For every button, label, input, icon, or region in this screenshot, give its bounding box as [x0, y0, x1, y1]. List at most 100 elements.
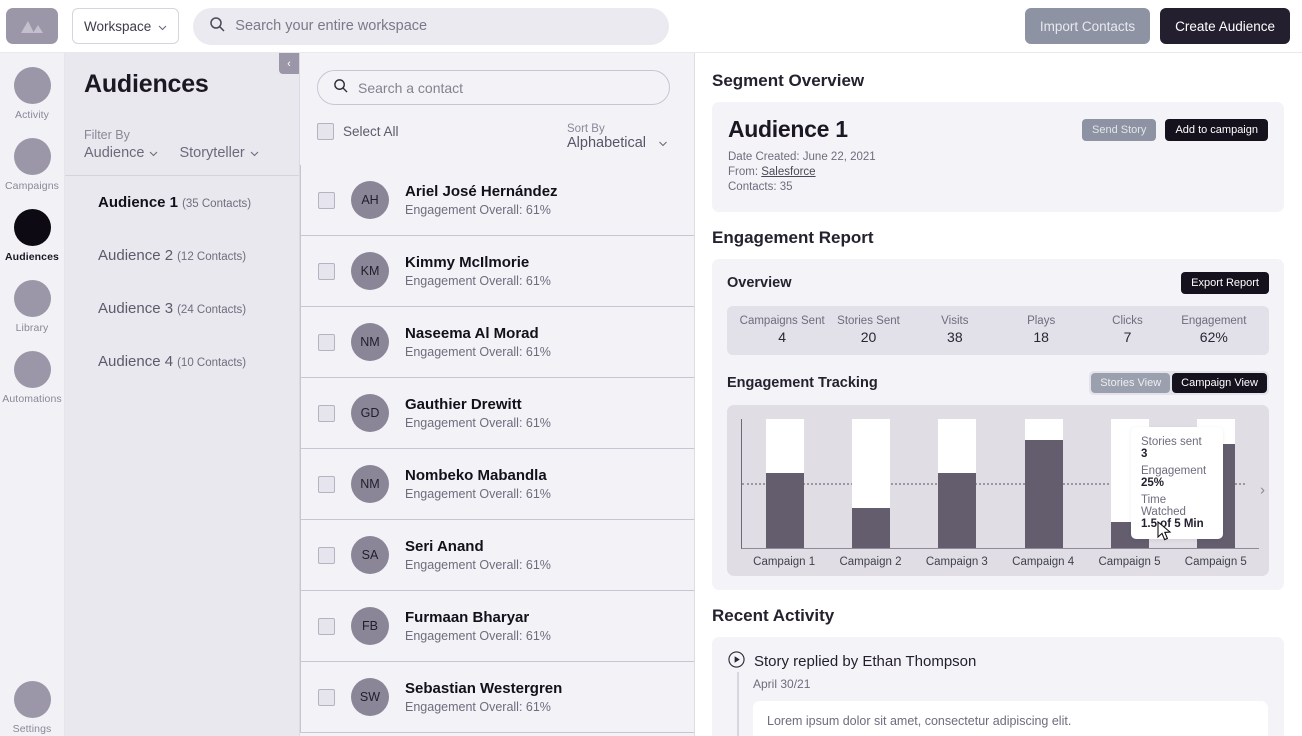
- sort-by-label: Sort By: [567, 123, 605, 135]
- chart-tooltip: Stories sent 3 Engagement 25% Time Watch…: [1131, 426, 1223, 539]
- view-toggle: Stories View Campaign View: [1089, 370, 1269, 395]
- sidebar-item-library[interactable]: Library: [0, 280, 64, 334]
- audience-name: Audience 3: [98, 300, 174, 317]
- row-checkbox[interactable]: [318, 404, 335, 422]
- add-to-campaign-button[interactable]: Add to campaign: [1165, 119, 1268, 141]
- stat-label: Clicks: [1112, 314, 1143, 327]
- sidebar-item-label: Settings: [12, 723, 52, 735]
- activity-title-row[interactable]: Story replied by Ethan Thompson: [728, 650, 1268, 672]
- search-input[interactable]: [235, 18, 654, 34]
- library-icon: [13, 280, 51, 317]
- list-item[interactable]: NM Naseema Al Morad Engagement Overall: …: [300, 306, 694, 378]
- tab-stories-view[interactable]: Stories View: [1091, 372, 1171, 393]
- search-contact-input[interactable]: [358, 79, 654, 96]
- contacts-toolbar: Select All Sort By Alphabetical: [300, 105, 694, 165]
- bar-group[interactable]: [828, 418, 914, 548]
- row-checkbox[interactable]: [318, 475, 335, 493]
- collapse-panel-button[interactable]: ‹: [279, 53, 299, 74]
- audience-name: Audience 1: [98, 194, 179, 211]
- bar-group[interactable]: [1001, 418, 1087, 548]
- row-checkbox[interactable]: [318, 262, 335, 280]
- list-item[interactable]: Audience 1 (35 Contacts): [84, 176, 299, 229]
- tab-campaign-view[interactable]: Campaign View: [1172, 372, 1267, 393]
- avatar: NM: [351, 323, 389, 361]
- play-circle-icon: [728, 650, 745, 672]
- contacts-list[interactable]: AH Ariel José Hernández Engagement Overa…: [300, 165, 694, 736]
- list-item[interactable]: AH Ariel José Hernández Engagement Overa…: [300, 165, 694, 236]
- chevron-right-icon[interactable]: ›: [1260, 482, 1265, 499]
- sidebar-item-activity[interactable]: Activity: [0, 67, 64, 121]
- contact-name: Ariel José Hernández: [405, 183, 558, 200]
- tooltip-engagement-label: Engagement: [1141, 464, 1207, 477]
- sidebar-item-audiences[interactable]: Audiences: [0, 209, 64, 263]
- audience-name: Audience 2: [98, 247, 174, 264]
- mouse-cursor-icon: [1157, 520, 1172, 547]
- avatar: NM: [351, 465, 389, 503]
- avatar: SA: [351, 536, 389, 574]
- contact-name: Furmaan Bharyar: [405, 609, 530, 626]
- bar-group[interactable]: [914, 418, 1000, 548]
- send-story-button[interactable]: Send Story: [1082, 119, 1157, 141]
- filter-by-label: Filter By: [84, 128, 130, 142]
- select-all-checkbox[interactable]: [317, 123, 334, 140]
- list-item[interactable]: NM Nombeko Mabandla Engagement Overall: …: [300, 448, 694, 520]
- audience-name: Audience 4: [98, 353, 174, 370]
- global-search[interactable]: [193, 7, 670, 45]
- sort-by-value: Alphabetical: [567, 135, 646, 151]
- filter-storyteller-dropdown[interactable]: Storyteller: [179, 145, 259, 161]
- list-item[interactable]: GD Gauthier Drewitt Engagement Overall: …: [300, 377, 694, 449]
- chevron-down-icon: [658, 135, 668, 151]
- engagement-report-card: Overview Export Report Campaigns Sent 4 …: [712, 258, 1284, 590]
- stat-plays: Plays 18: [998, 315, 1084, 345]
- contact-name: Sebastian Westergren: [405, 680, 563, 697]
- sidebar-item-automations[interactable]: Automations: [0, 351, 64, 405]
- contact-meta: Engagement Overall: 61%: [405, 416, 551, 430]
- list-item[interactable]: Audience 3 (24 Contacts): [84, 282, 299, 335]
- list-item[interactable]: KM Kimmy McIlmorie Engagement Overall: 6…: [300, 235, 694, 307]
- from-source-link[interactable]: Salesforce: [761, 166, 815, 178]
- stat-value: 18: [1033, 328, 1049, 345]
- list-item[interactable]: Audience 4 (10 Contacts): [84, 335, 299, 388]
- campaigns-icon: [13, 138, 51, 175]
- bar-campaign-1[interactable]: [766, 418, 805, 548]
- row-checkbox[interactable]: [318, 333, 335, 351]
- stat-value: 4: [778, 328, 787, 345]
- sidebar-item-campaigns[interactable]: Campaigns: [0, 138, 64, 192]
- bar-group[interactable]: [742, 418, 828, 548]
- import-contacts-button[interactable]: Import Contacts: [1024, 8, 1151, 44]
- select-all-control[interactable]: Select All: [317, 123, 399, 140]
- export-report-button[interactable]: Export Report: [1181, 271, 1269, 294]
- contacts-panel: Select All Sort By Alphabetical AH: [300, 53, 695, 736]
- create-audience-button[interactable]: Create Audience: [1160, 8, 1290, 44]
- main-content: Segment Overview Audience 1 Date Created…: [695, 53, 1302, 736]
- stat-value: 20: [860, 328, 877, 345]
- list-item[interactable]: SW Sebastian Westergren Engagement Overa…: [300, 661, 694, 733]
- row-checkbox[interactable]: [318, 617, 335, 635]
- engagement-chart[interactable]: Campaign 1 Campaign 2 Campaign 3 Campaig…: [727, 404, 1269, 576]
- list-item[interactable]: Audience 2 (12 Contacts): [84, 229, 299, 282]
- filter-audience-dropdown[interactable]: Audience: [84, 145, 158, 161]
- avatar: KM: [351, 252, 389, 290]
- x-tick-label: Campaign 1: [753, 555, 816, 568]
- contact-name: Gauthier Drewitt: [405, 396, 522, 413]
- overview-header: Overview Export Report: [727, 271, 1269, 294]
- list-item[interactable]: FB Furmaan Bharyar Engagement Overall: 6…: [300, 590, 694, 662]
- sidebar-item-settings[interactable]: Settings: [0, 681, 64, 735]
- stat-label: Plays: [1027, 314, 1056, 327]
- bar-campaign-4[interactable]: [1024, 418, 1063, 548]
- sort-by-dropdown[interactable]: Sort By Alphabetical: [567, 123, 668, 151]
- mountain-logo-icon[interactable]: [6, 8, 58, 44]
- segment-meta: Date Created: June 22, 2021 From: Salesf…: [728, 150, 1268, 196]
- row-checkbox[interactable]: [318, 191, 335, 209]
- activity-message: Lorem ipsum dolor sit amet, consectetur …: [753, 700, 1268, 736]
- contact-search[interactable]: [317, 70, 670, 105]
- row-checkbox[interactable]: [318, 688, 335, 706]
- bar-campaign-3[interactable]: [938, 418, 977, 548]
- row-checkbox[interactable]: [318, 546, 335, 564]
- workspace-selector[interactable]: Workspace: [72, 8, 180, 44]
- audience-count: (35 Contacts): [182, 198, 252, 210]
- avatar: FB: [351, 607, 389, 645]
- bar-campaign-2[interactable]: [852, 418, 891, 548]
- list-item[interactable]: SA Seri Anand Engagement Overall: 61%: [300, 519, 694, 591]
- stat-value: 62%: [1199, 328, 1228, 345]
